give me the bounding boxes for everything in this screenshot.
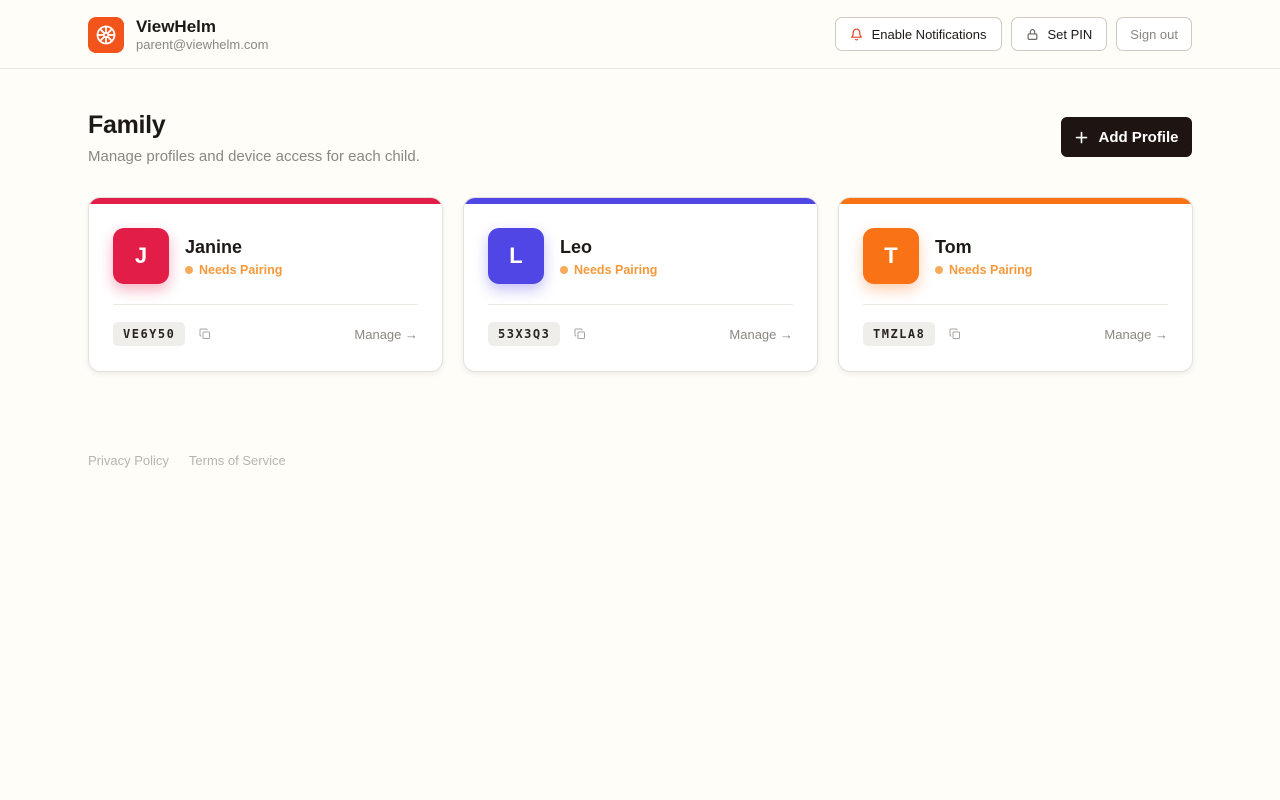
terms-of-service-link[interactable]: Terms of Service <box>189 453 286 468</box>
manage-link[interactable]: Manage → <box>354 327 418 342</box>
lock-icon <box>1026 28 1039 41</box>
sign-out-button[interactable]: Sign out <box>1116 17 1192 51</box>
enable-notifications-button[interactable]: Enable Notifications <box>834 17 1002 51</box>
pairing-code: 53X3Q3 <box>488 322 561 346</box>
avatar: L <box>488 228 544 284</box>
copy-icon[interactable] <box>199 328 211 340</box>
avatar: J <box>113 228 169 284</box>
bell-icon <box>850 28 863 41</box>
brand: ViewHelm parent@viewhelm.com <box>88 16 268 53</box>
app-name: ViewHelm <box>136 17 217 36</box>
status-dot <box>935 266 943 274</box>
profile-name: Leo <box>560 237 593 257</box>
footer: Privacy Policy Terms of Service <box>88 453 286 468</box>
profile-card: L Leo Needs Pairing 53X3Q3 Manage → <box>463 197 818 372</box>
manage-link[interactable]: Manage → <box>1104 327 1168 342</box>
privacy-policy-link[interactable]: Privacy Policy <box>88 453 169 468</box>
page-title: Family <box>88 111 166 139</box>
top-bar: ViewHelm parent@viewhelm.com Enable Noti… <box>0 0 1280 69</box>
copy-icon[interactable] <box>949 328 961 340</box>
manage-link[interactable]: Manage → <box>729 327 793 342</box>
add-profile-label: Add Profile <box>1098 128 1179 146</box>
profile-card: T Tom Needs Pairing TMZLA8 Manage → <box>838 197 1193 372</box>
add-profile-button[interactable]: Add Profile <box>1061 117 1192 157</box>
profile-name: Janine <box>185 237 243 257</box>
copy-icon[interactable] <box>574 328 586 340</box>
profile-cards: J Janine Needs Pairing VE6Y50 Manage → L… <box>88 197 1193 372</box>
status-badge: Needs Pairing <box>185 263 282 277</box>
profile-card: J Janine Needs Pairing VE6Y50 Manage → <box>88 197 443 372</box>
set-pin-button[interactable]: Set PIN <box>1010 17 1108 51</box>
status-label: Needs Pairing <box>199 263 283 277</box>
enable-notifications-label: Enable Notifications <box>871 26 987 42</box>
card-accent-bar <box>89 198 442 204</box>
profile-name: Tom <box>935 237 972 257</box>
account-email: parent@viewhelm.com <box>136 37 269 52</box>
set-pin-label: Set PIN <box>1047 26 1093 42</box>
header-actions: Enable Notifications Set PIN Sign out <box>834 17 1192 51</box>
avatar: T <box>863 228 919 284</box>
pairing-code: VE6Y50 <box>113 322 186 346</box>
page-subtitle: Manage profiles and device access for ea… <box>88 148 420 165</box>
card-accent-bar <box>839 198 1192 204</box>
status-label: Needs Pairing <box>574 263 658 277</box>
divider <box>488 304 793 305</box>
status-badge: Needs Pairing <box>935 263 1032 277</box>
page-header: Family Manage profiles and device access… <box>88 110 1192 165</box>
status-dot <box>560 266 568 274</box>
ship-wheel-icon <box>88 16 124 53</box>
divider <box>113 304 418 305</box>
pairing-code: TMZLA8 <box>863 322 936 346</box>
card-accent-bar <box>464 198 817 204</box>
status-badge: Needs Pairing <box>560 263 657 277</box>
plus-icon <box>1074 130 1089 145</box>
status-label: Needs Pairing <box>949 263 1033 277</box>
status-dot <box>185 266 193 274</box>
divider <box>863 304 1168 305</box>
